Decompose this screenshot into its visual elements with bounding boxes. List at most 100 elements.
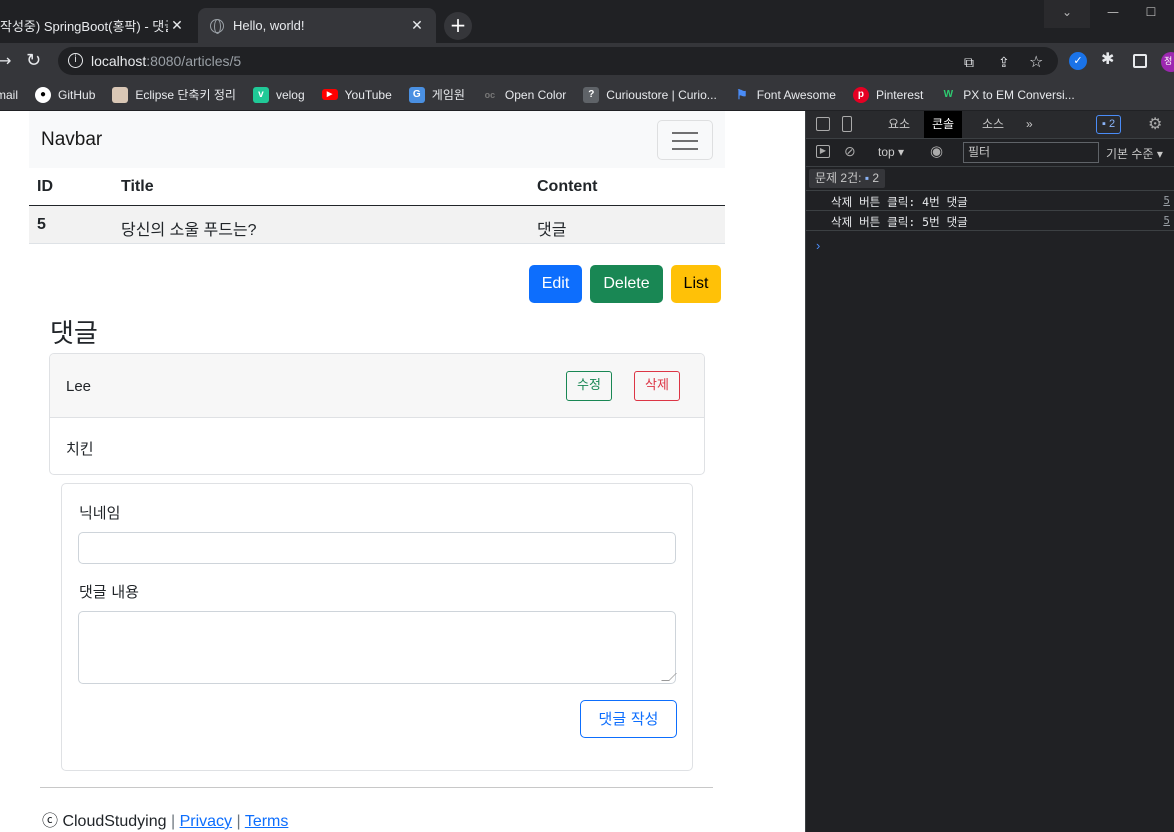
bookmark-github[interactable]: ● GitHub <box>35 86 95 103</box>
github-icon: ● <box>35 86 52 103</box>
browser-tab-strip: 작성중) SpringBoot(홍팍) - 댓글 ✕ Hello, world!… <box>0 0 1174 43</box>
footer-divider <box>40 787 713 788</box>
bookmark-curioustore[interactable]: ? Curioustore | Curio... <box>583 86 717 103</box>
comment-nickname: Lee <box>66 378 92 395</box>
comment-header: Lee 수정 삭제 <box>50 354 704 418</box>
close-icon[interactable]: ✕ <box>168 18 186 34</box>
page-viewport: Navbar ID Title Content 5 당신의 소울 푸드는? 댓글… <box>0 111 805 832</box>
header-title: Title <box>121 178 154 195</box>
footer-separator: | <box>236 813 241 830</box>
bookmark-pinterest[interactable]: p Pinterest <box>852 86 923 103</box>
device-toolbar-icon[interactable] <box>842 116 852 132</box>
youtube-icon: ▶ <box>321 89 338 100</box>
nickname-input[interactable] <box>78 532 676 564</box>
issues-bar: 문제 2건: ▪ 2 <box>806 167 1174 191</box>
console-filter-input[interactable]: 필터 <box>963 142 1099 163</box>
footer-copyright: ⓒ CloudStudying <box>42 813 167 830</box>
close-icon[interactable]: ✕ <box>408 18 426 34</box>
extension-check-icon[interactable]: ✓ <box>1069 52 1087 70</box>
clear-console-icon[interactable]: ⊘ <box>844 143 856 160</box>
star-icon[interactable]: ☆ <box>1029 52 1043 71</box>
message-icon: ▪ <box>864 171 870 185</box>
browser-toolbar: → ↻ i localhost:8080/articles/5 ⧉ ⇪ ☆ ✓ … <box>0 43 1174 79</box>
tab-elements[interactable]: 요소 <box>880 111 918 138</box>
flag-icon: ⚑ <box>735 86 748 102</box>
log-source-link[interactable]: 5 <box>1163 214 1170 227</box>
devtools-panel: 요소 콘솔 소스 » ▪ 2 ⚙ ▶ ⊘ top ▾ ◉ 필터 기본 수준 ▾ … <box>805 111 1174 832</box>
url-text: localhost:8080/articles/5 <box>91 53 242 69</box>
translate-icon[interactable]: ⧉ <box>964 55 974 71</box>
new-tab-button[interactable]: + <box>444 12 472 40</box>
devtools-tabbar: 요소 콘솔 소스 » ▪ 2 ⚙ <box>806 111 1174 139</box>
issues-badge[interactable]: ▪ 2 <box>1096 115 1122 134</box>
navbar-brand[interactable]: Navbar <box>41 129 102 151</box>
share-icon[interactable]: ⇪ <box>998 55 1010 71</box>
side-panel-icon[interactable] <box>1133 54 1147 68</box>
pinterest-icon: p <box>852 86 869 103</box>
table-row: 5 당신의 소울 푸드는? 댓글 <box>29 206 725 244</box>
browser-tab-active[interactable]: Hello, world! ✕ <box>198 8 436 43</box>
gear-icon[interactable]: ⚙ <box>1148 114 1162 134</box>
comment-body-label: 댓글 내용 <box>79 583 139 601</box>
comment-body: 치킨 <box>66 440 94 458</box>
footer-separator: | <box>170 813 176 830</box>
inspect-element-icon[interactable] <box>816 117 830 131</box>
edit-button[interactable]: Edit <box>529 265 582 303</box>
curioustore-icon: ? <box>583 86 600 103</box>
console-toolbar: ▶ ⊘ top ▾ ◉ 필터 기본 수준 ▾ <box>806 139 1174 167</box>
sidebar-toggle-icon[interactable]: ▶ <box>816 145 830 158</box>
comment-edit-button[interactable]: 수정 <box>566 371 612 401</box>
bookmark-mail[interactable]: mail <box>0 88 18 102</box>
reload-icon[interactable]: ↻ <box>26 50 41 71</box>
comment-card: Lee 수정 삭제 치킨 <box>49 353 705 475</box>
bookmark-gameone[interactable]: G 게임원 <box>408 86 465 103</box>
more-tabs-icon[interactable]: » <box>1018 111 1041 138</box>
maximize-icon[interactable]: ☐ <box>1128 0 1174 28</box>
comment-body-textarea[interactable] <box>78 611 676 684</box>
tab-search-chevron-icon[interactable]: ⌄ <box>1044 0 1090 28</box>
tab-sources[interactable]: 소스 <box>974 111 1012 138</box>
list-button[interactable]: List <box>671 265 721 303</box>
puzzle-icon[interactable]: ✱ <box>1101 49 1114 68</box>
bookmark-opencolor[interactable]: oc Open Color <box>482 87 567 103</box>
bookmark-velog[interactable]: v velog <box>252 86 305 103</box>
bookmark-px-to-em[interactable]: W PX to EM Conversi... <box>940 87 1075 103</box>
console-prompt[interactable]: › <box>816 238 820 253</box>
info-icon[interactable]: i <box>68 53 83 68</box>
log-source-link[interactable]: 5 <box>1163 194 1170 207</box>
tab-console[interactable]: 콘솔 <box>924 111 963 138</box>
bookmark-youtube[interactable]: ▶ YouTube <box>321 88 392 102</box>
bookmark-fontawesome[interactable]: ⚑ Font Awesome <box>734 87 836 103</box>
terms-link[interactable]: Terms <box>245 813 289 830</box>
tab-title: Hello, world! <box>233 18 305 33</box>
log-level-select[interactable]: 기본 수준 ▾ <box>1106 145 1163 162</box>
navbar-toggler-button[interactable] <box>657 120 713 160</box>
address-bar[interactable]: i localhost:8080/articles/5 ⧉ ⇪ ☆ <box>58 47 1058 75</box>
navbar: Navbar <box>29 111 725 168</box>
issues-pill[interactable]: 문제 2건: ▪ 2 <box>809 169 886 188</box>
w-icon: W <box>943 88 954 100</box>
tab-title: 작성중) SpringBoot(홍팍) - 댓글 <box>0 19 168 34</box>
eye-icon[interactable]: ◉ <box>930 142 943 160</box>
bookmark-eclipse[interactable]: Eclipse 단축키 정리 <box>112 86 236 103</box>
comment-form: 닉네임 댓글 내용 댓글 작성 <box>61 483 693 771</box>
avatar[interactable]: 정 <box>1161 52 1174 72</box>
forward-arrow-icon[interactable]: → <box>0 51 11 70</box>
delete-button[interactable]: Delete <box>590 265 663 303</box>
comments-heading: 댓글 <box>50 319 98 349</box>
opencolor-icon: oc <box>484 89 496 100</box>
hamburger-icon <box>672 132 698 134</box>
globe-icon <box>210 18 224 34</box>
bookmarks-bar: mail ● GitHub Eclipse 단축키 정리 v velog ▶ YouT… <box>0 79 1174 111</box>
comment-submit-button[interactable]: 댓글 작성 <box>580 700 677 738</box>
comment-delete-button[interactable]: 삭제 <box>634 371 680 401</box>
context-select[interactable]: top ▾ <box>878 145 904 159</box>
cell-title: 당신의 소울 푸드는? <box>121 222 257 239</box>
privacy-link[interactable]: Privacy <box>180 813 232 830</box>
footer: ⓒ CloudStudying | Privacy | Terms <box>42 807 288 831</box>
cell-content: 댓글 <box>537 222 567 239</box>
browser-tab-inactive[interactable]: 작성중) SpringBoot(홍팍) - 댓글 ✕ <box>0 8 196 43</box>
console-log-entry: 삭제 버튼 클릭: 4번 댓글 5 <box>806 191 1174 211</box>
g-icon: G <box>408 86 425 103</box>
log-message: 삭제 버튼 클릭: 5번 댓글 <box>831 215 968 229</box>
